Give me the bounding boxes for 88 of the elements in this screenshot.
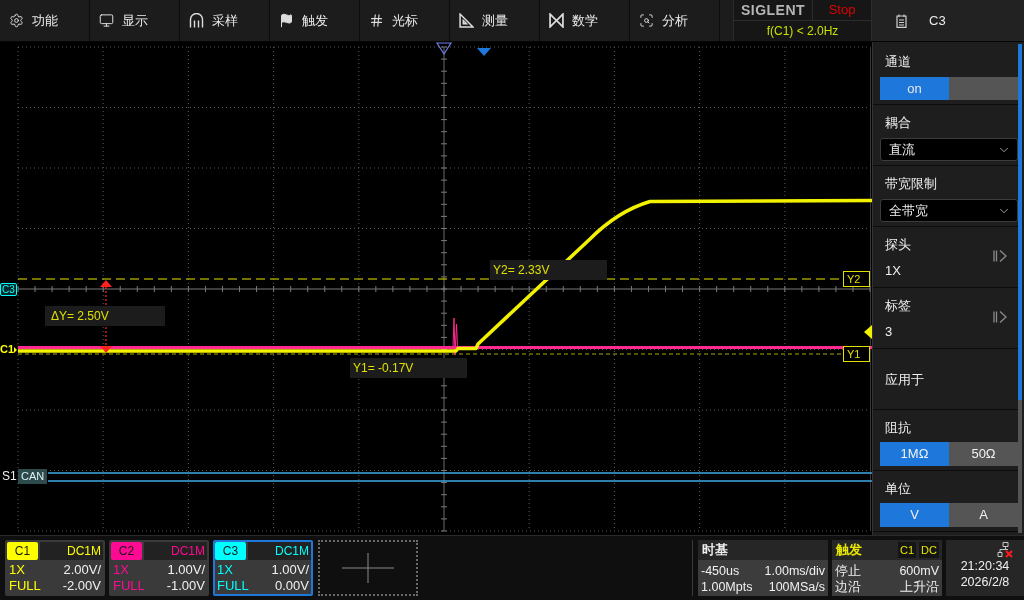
segment-option[interactable]: V: [880, 503, 949, 527]
timebase-delay: -450us: [701, 563, 740, 579]
bar-chevron-icon[interactable]: [993, 250, 1007, 262]
bandwidth-label: FULL: [9, 578, 41, 594]
timebase-card[interactable]: 时基 -450us 1.00ms/div 1.00Mpts 100MSa/s: [698, 540, 828, 596]
clock-date: 2026/2/8: [960, 574, 1010, 590]
menu-button[interactable]: 采样: [180, 0, 270, 41]
setting-label: 探头: [884, 236, 912, 253]
dropdown[interactable]: 全带宽: [880, 199, 1018, 222]
setting-label: 单位: [884, 480, 912, 497]
coupling-label: DC1M: [144, 542, 207, 560]
outline-triangle-icon[interactable]: [435, 42, 453, 56]
setting-label: 应用于: [884, 370, 925, 388]
bowtie-icon: [549, 13, 564, 28]
channel-tag: C2: [111, 542, 142, 560]
trigger-card[interactable]: 触发 C1 DC 停止 600mV 边沿 上升沿: [832, 540, 942, 596]
bandwidth-label: FULL: [113, 578, 145, 594]
menu-button[interactable]: 功能: [0, 0, 90, 41]
arch-columns-icon: [189, 13, 204, 28]
pointer-icon: [14, 346, 18, 353]
menu-button[interactable]: 分析: [630, 0, 720, 41]
magnifier-frame-icon: [639, 13, 654, 28]
dropdown[interactable]: 直流: [880, 138, 1018, 161]
notepad-icon: [896, 13, 907, 28]
menu-button[interactable]: 触发: [270, 0, 360, 41]
menu-button[interactable]: 显示: [90, 0, 180, 41]
coupling-label: DC1M: [248, 542, 311, 560]
trigger-level: 600mV: [899, 563, 939, 579]
setting-label: 阻抗: [884, 419, 912, 436]
setting-label: 带宽限制: [884, 175, 938, 192]
setting-label: 耦合: [884, 114, 912, 131]
scrollbar-thumb[interactable]: [1018, 44, 1022, 400]
channel-card[interactable]: C3 DC1M 1X 1.00V/ FULL 0.00V: [213, 540, 313, 596]
channel-tag: C1: [7, 542, 38, 560]
scale-value: 1.00V/: [167, 562, 205, 578]
scale-value: 1.00V/: [271, 562, 309, 578]
probe-label: 1X: [113, 562, 129, 578]
channel-marker[interactable]: C3: [0, 283, 17, 296]
flag-icon: [279, 13, 294, 28]
bus-label: S1: [2, 469, 17, 484]
monitor-icon: [99, 13, 114, 28]
trigger-slope: 上升沿: [900, 579, 939, 595]
probe-label: 1X: [9, 562, 25, 578]
trigger-title: 触发: [836, 541, 863, 560]
clock-time: 21:20:34: [960, 558, 1010, 574]
brand-logo: SIGLENT: [734, 0, 813, 20]
setting-value: 3: [884, 323, 894, 340]
offset-value: 0.00V: [275, 578, 309, 594]
setting-label: 通道: [884, 53, 912, 70]
segment-option[interactable]: A: [949, 503, 1018, 527]
channel-marker[interactable]: C1: [0, 343, 15, 356]
scrollbar[interactable]: [1018, 44, 1022, 533]
setting-label: 标签: [884, 297, 912, 314]
offset-value: -1.00V: [166, 578, 205, 594]
trigger-state: 停止: [835, 563, 861, 579]
channel-tag: C3: [215, 542, 246, 560]
memory-depth: 1.00Mpts: [701, 579, 753, 595]
trigger-coupling-tag: DC: [919, 541, 939, 559]
setting-value: 1X: [884, 262, 902, 279]
gear-icon: [9, 13, 24, 28]
probe-label: 1X: [217, 562, 233, 578]
cursor-readout: Y1= -0.17V: [350, 358, 467, 378]
scale-value: 2.00V/: [63, 562, 101, 578]
network-error-icon[interactable]: [997, 542, 1013, 558]
timebase-title: 时基: [698, 540, 828, 560]
channel-card[interactable]: C1 DC1M 1X 2.00V/ FULL -2.00V: [5, 540, 105, 596]
plus-icon: [342, 553, 394, 583]
add-channel-button[interactable]: [318, 540, 418, 596]
bandwidth-label: FULL: [217, 578, 249, 594]
bus-protocol-tag: CAN: [18, 469, 48, 484]
menu-button[interactable]: 光标: [360, 0, 450, 41]
triangle-ruler-icon: [459, 13, 474, 28]
panel-title: C3: [929, 11, 946, 30]
offset-value: -2.00V: [62, 578, 101, 594]
sample-rate: 100MSa/s: [768, 579, 825, 595]
channel-card[interactable]: C2 DC1M 1X 1.00V/ FULL -1.00V: [109, 540, 209, 596]
trigger-type: 边沿: [835, 579, 861, 595]
menu-button[interactable]: 数学: [540, 0, 630, 41]
run-state: Stop: [827, 1, 857, 20]
trigger-source-tag: C1: [898, 541, 917, 559]
menu-button[interactable]: 测量: [450, 0, 540, 41]
trigger-frequency: f(C1) < 2.0Hz: [765, 23, 840, 40]
segment-option[interactable]: 50Ω: [949, 442, 1018, 466]
segment-option[interactable]: 1MΩ: [880, 442, 949, 466]
timebase-scale: 1.00ms/div: [764, 563, 825, 579]
bar-chevron-icon[interactable]: [993, 311, 1007, 323]
hash-icon: [369, 13, 384, 28]
coupling-label: DC1M: [40, 542, 103, 560]
